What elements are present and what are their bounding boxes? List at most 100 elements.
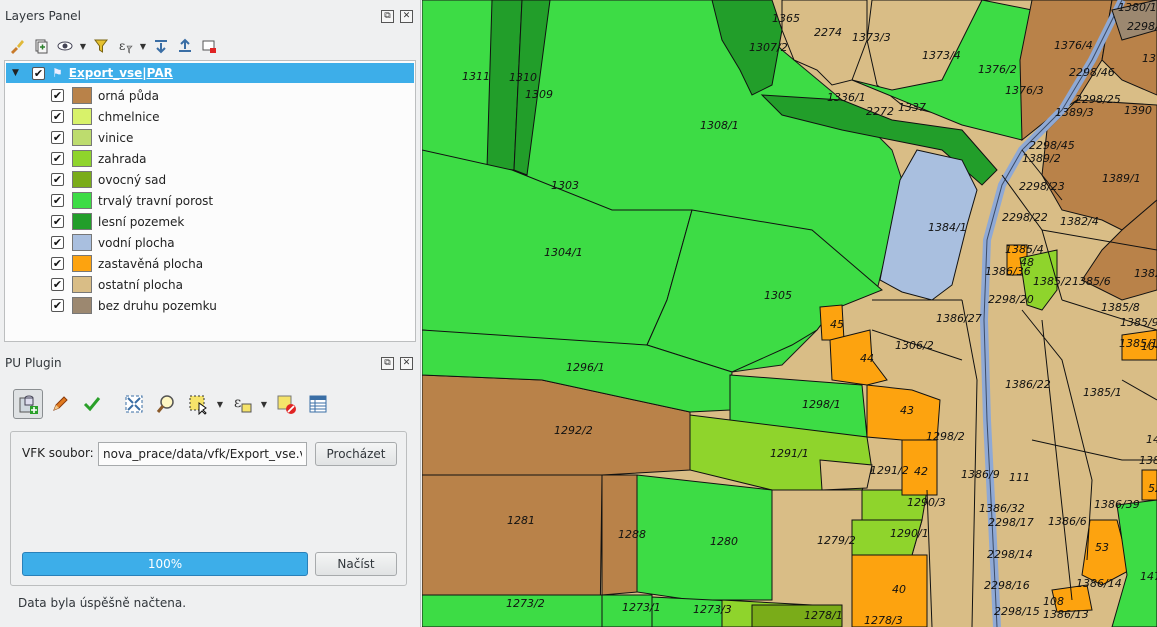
layer-visibility-checkbox[interactable]: ✔ <box>51 131 64 144</box>
layer-visibility-checkbox[interactable]: ✔ <box>51 215 64 228</box>
parcel-polygon <box>819 459 873 491</box>
parcel-label: 1376/4 <box>1054 39 1093 52</box>
parcel-label: 2298/15 <box>994 605 1040 618</box>
vfk-file-path-input[interactable] <box>98 442 307 466</box>
parcel-label: 52 <box>1148 482 1157 495</box>
layers-panel-titlebar: Layers Panel ⧉ ✕ <box>0 3 419 29</box>
parcel-polygon <box>851 519 923 561</box>
float-panel-button[interactable]: ⧉ <box>381 9 394 23</box>
parcel-label: 1394 <box>1142 52 1157 65</box>
parcel-label: 1386/27 <box>936 312 982 325</box>
layer-tree: ▼ ✔ ⚑ Export_vse|PAR ✔ orná půda ✔ chmelnic… <box>4 60 416 342</box>
layer-item[interactable]: ✔ zastavěná plocha <box>51 253 203 274</box>
parcel-label: 2298/45 <box>1029 139 1075 152</box>
parcel-label: 44 <box>860 352 874 365</box>
parcel-label: 2298/27 <box>1127 20 1157 33</box>
layer-item[interactable]: ✔ vinice <box>51 127 133 148</box>
layer-color-swatch <box>72 255 92 272</box>
expression-filter-icon[interactable]: ε <box>114 35 136 57</box>
vector-layer-icon: ⚑ <box>52 66 63 80</box>
parcel-label: 1280 <box>710 535 738 548</box>
layer-color-swatch <box>72 213 92 230</box>
layer-visibility-checkbox[interactable]: ✔ <box>51 278 64 291</box>
close-plugin-button[interactable]: ✕ <box>400 356 413 370</box>
expression-select-dropdown-icon[interactable]: ▼ <box>259 400 269 409</box>
parcel-label: 1305 <box>764 289 792 302</box>
collapse-arrow-icon[interactable]: ▼ <box>12 68 24 78</box>
close-panel-button[interactable]: ✕ <box>400 9 413 23</box>
layer-visibility-checkbox[interactable]: ✔ <box>51 236 64 249</box>
expand-all-icon[interactable] <box>150 35 172 57</box>
load-vfk-tool-icon[interactable] <box>13 389 43 419</box>
parcel-label: 2298/25 <box>1075 93 1121 106</box>
parcel-label: 2298/14 <box>987 548 1033 561</box>
layer-color-swatch <box>72 150 92 167</box>
parcel-label: 1389/3 <box>1055 106 1094 119</box>
layer-label: bez druhu pozemku <box>98 298 217 313</box>
parcel-label: 2298/23 <box>1019 180 1065 193</box>
parcel-label: 1308/1 <box>700 119 739 132</box>
parcel-label: 108 <box>1043 595 1064 608</box>
parcel-label: 2298/17 <box>988 516 1034 529</box>
filter-icon[interactable] <box>90 35 112 57</box>
layer-item[interactable]: ✔ lesní pozemek <box>51 211 184 232</box>
layer-item[interactable]: ✔ trvalý travní porost <box>51 190 213 211</box>
status-message: Data byla úspěšně načtena. <box>18 596 187 610</box>
parcel-label: 1471/1 <box>1140 570 1157 583</box>
parcel-label: 1385/6 <box>1072 275 1111 288</box>
parcel-label: 2272 <box>866 105 894 118</box>
layer-color-swatch <box>72 87 92 104</box>
add-group-icon[interactable] <box>30 35 52 57</box>
layer-visibility-checkbox[interactable]: ✔ <box>51 257 64 270</box>
layer-item[interactable]: ✔ chmelnice <box>51 106 160 127</box>
select-dropdown-icon[interactable]: ▼ <box>215 400 225 409</box>
browse-button[interactable]: Procházet <box>315 442 397 466</box>
layer-visibility-checkbox[interactable]: ✔ <box>51 299 64 312</box>
parcel-label: 1386/22 <box>1005 378 1051 391</box>
parcel-label: 1380/1 <box>1118 1 1157 14</box>
layer-visibility-checkbox[interactable]: ✔ <box>51 194 64 207</box>
building-polygon <box>829 329 888 386</box>
parcel-map[interactable]: 1365 2274 1373/3 1307/2 1373/4 1376/2 1376/4 13… <box>422 0 1157 627</box>
deselect-icon[interactable] <box>271 389 301 419</box>
layer-item[interactable]: ✔ zahrada <box>51 148 147 169</box>
parcel-label: 1386/6 <box>1048 515 1087 528</box>
zoom-search-icon[interactable] <box>151 389 181 419</box>
load-button[interactable]: Načíst <box>315 552 397 576</box>
parcel-label: 43 <box>900 404 914 417</box>
float-plugin-button[interactable]: ⧉ <box>381 356 394 370</box>
layer-visibility-checkbox[interactable]: ✔ <box>51 89 64 102</box>
layer-item[interactable]: ✔ bez druhu pozemku <box>51 295 217 316</box>
layer-tree-root-row[interactable]: ▼ ✔ ⚑ Export_vse|PAR <box>6 63 414 83</box>
edit-pencil-icon[interactable] <box>45 389 75 419</box>
parcel-label: 1291/2 <box>870 464 909 477</box>
parcel-label: 1385/8 <box>1101 301 1140 314</box>
expression-select-icon[interactable]: ε <box>227 389 257 419</box>
layer-item[interactable]: ✔ ovocný sad <box>51 169 166 190</box>
parcel-label: 1386/32 <box>979 502 1025 515</box>
layer-item[interactable]: ✔ ostatní plocha <box>51 274 183 295</box>
root-layer-label[interactable]: Export_vse|PAR <box>69 66 173 80</box>
layer-visibility-checkbox[interactable]: ✔ <box>51 110 64 123</box>
visibility-eye-icon[interactable] <box>54 35 76 57</box>
parcel-label: 1279/2 <box>817 534 856 547</box>
remove-layer-icon[interactable] <box>198 35 220 57</box>
style-brush-icon[interactable] <box>6 35 28 57</box>
parcel-label: 1311 <box>462 70 490 83</box>
layer-item[interactable]: ✔ orná půda <box>51 85 159 106</box>
parcel-label: 1386/9 <box>961 468 1000 481</box>
map-canvas[interactable]: 1365 2274 1373/3 1307/2 1373/4 1376/2 1376/4 13… <box>422 0 1157 627</box>
layer-visibility-checkbox[interactable]: ✔ <box>51 152 64 165</box>
select-feature-icon[interactable] <box>183 389 213 419</box>
visibility-dropdown-icon[interactable]: ▼ <box>78 42 88 51</box>
collapse-all-icon[interactable] <box>174 35 196 57</box>
zoom-extent-icon[interactable] <box>119 389 149 419</box>
root-layer-checkbox[interactable]: ✔ <box>32 66 45 80</box>
confirm-check-icon[interactable] <box>77 389 107 419</box>
parcel-label: 40 <box>892 583 906 596</box>
layer-color-swatch <box>72 234 92 251</box>
expression-filter-dropdown-icon[interactable]: ▼ <box>138 42 148 51</box>
layer-item[interactable]: ✔ vodní plocha <box>51 232 175 253</box>
attribute-table-icon[interactable] <box>303 389 333 419</box>
layer-visibility-checkbox[interactable]: ✔ <box>51 173 64 186</box>
